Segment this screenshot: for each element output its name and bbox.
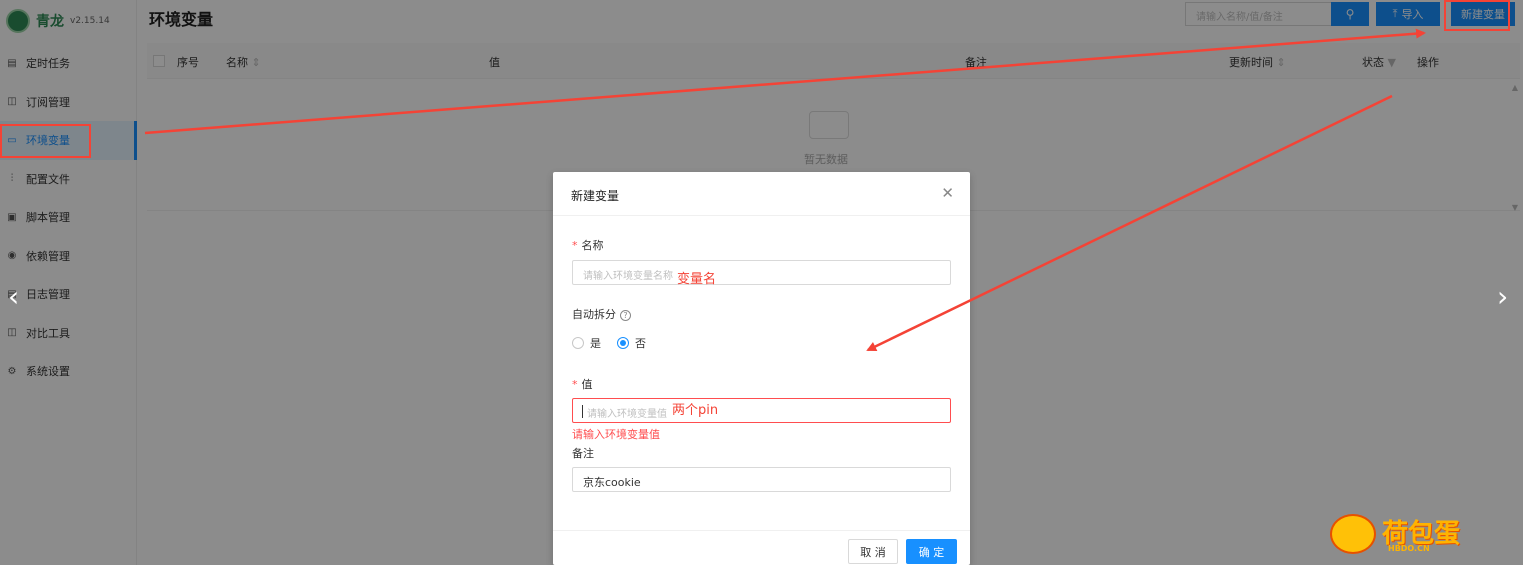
modal-footer: 取 消 确 定 bbox=[553, 530, 970, 565]
annotation-highlight-env-menu bbox=[0, 124, 91, 158]
value-field-label: * 值 bbox=[572, 376, 593, 392]
remark-field-label: 备注 bbox=[572, 447, 594, 460]
name-label-text: 名称 bbox=[581, 239, 604, 252]
question-circle-icon[interactable]: ? bbox=[620, 309, 631, 321]
auto-split-label: 自动拆分? bbox=[572, 306, 631, 322]
chevron-right-icon[interactable]: › bbox=[1497, 283, 1508, 311]
value-label-text: 值 bbox=[581, 378, 593, 391]
auto-split-radio-group: 是 否 bbox=[572, 335, 662, 351]
text-caret bbox=[582, 405, 583, 418]
new-variable-modal: 新建变量 ✕ * 名称 请输入环境变量名称 自动拆分? 是 否 * 值 请输入环境变… bbox=[553, 172, 970, 565]
watermark: 荷包蛋 HBDO.CN bbox=[1330, 514, 1460, 554]
value-error-message: 请输入环境变量值 bbox=[572, 428, 660, 441]
name-input[interactable]: 请输入环境变量名称 bbox=[572, 260, 951, 285]
radio-yes[interactable] bbox=[572, 337, 584, 349]
radio-yes-label[interactable]: 是 bbox=[590, 335, 601, 351]
required-mark: * bbox=[572, 378, 578, 391]
required-mark: * bbox=[572, 239, 578, 252]
close-icon[interactable]: ✕ bbox=[941, 184, 954, 202]
remark-input[interactable]: 京东cookie bbox=[572, 467, 951, 492]
auto-split-label-text: 自动拆分 bbox=[572, 308, 616, 321]
chevron-left-icon[interactable]: ‹ bbox=[8, 283, 19, 311]
radio-no[interactable] bbox=[617, 337, 629, 349]
annotation-name-hint: 变量名 bbox=[677, 272, 717, 287]
value-input[interactable]: 请输入环境变量值 bbox=[572, 398, 951, 423]
annotation-highlight-new-button bbox=[1444, 0, 1510, 31]
watermark-subtext: HBDO.CN bbox=[1388, 544, 1430, 553]
modal-title: 新建变量 bbox=[571, 189, 620, 203]
modal-header: 新建变量 ✕ bbox=[553, 172, 970, 216]
annotation-value-hint: 两个pin bbox=[672, 403, 719, 418]
name-field-label: * 名称 bbox=[572, 237, 604, 253]
radio-no-label[interactable]: 否 bbox=[635, 335, 646, 351]
confirm-button[interactable]: 确 定 bbox=[906, 539, 957, 564]
watermark-mascot-icon bbox=[1330, 514, 1376, 554]
cancel-button[interactable]: 取 消 bbox=[848, 539, 898, 564]
